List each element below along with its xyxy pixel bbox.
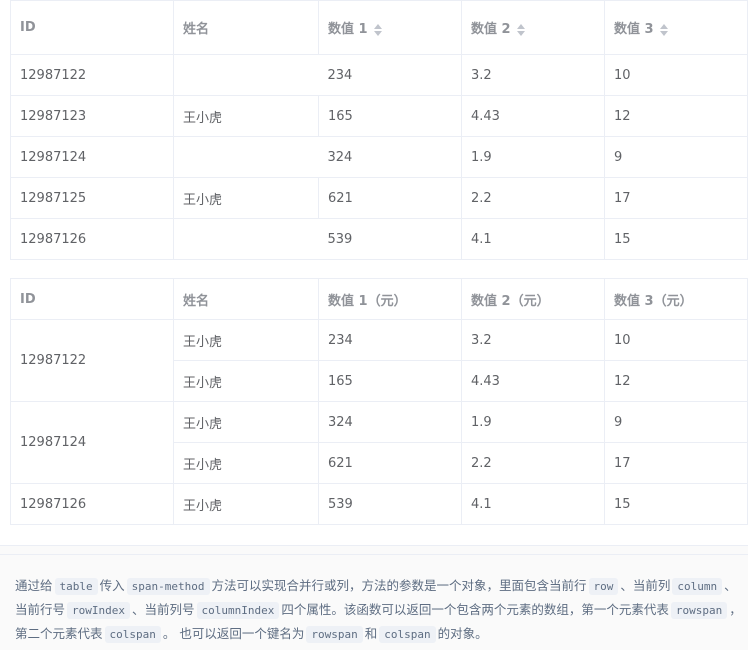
cell-name: [173, 218, 319, 260]
cell-value3: 17: [604, 442, 748, 484]
desc-text: 通过给: [15, 578, 53, 593]
desc-text: 和: [364, 626, 378, 641]
desc-text: 。 也可以返回一个键名为: [162, 626, 305, 641]
cell-value2: 4.43: [461, 360, 605, 402]
cell-value2: 3.2: [461, 319, 605, 361]
cell-name: [173, 136, 319, 178]
cell-value2: 2.2: [461, 442, 605, 484]
cell-name: 王小虎: [173, 177, 319, 219]
cell-id: 12987126: [10, 218, 174, 260]
cell-name: 王小虎: [173, 401, 319, 443]
code-row: row: [588, 578, 619, 595]
code-rowspan: rowspan: [670, 602, 728, 619]
table-row: 12987125 王小虎 621 2.2 17: [10, 177, 748, 219]
header-value1[interactable]: 数值 1: [318, 0, 462, 55]
cell-value3: 12: [604, 360, 748, 402]
code-table: table: [54, 578, 98, 595]
cell-name: [173, 54, 319, 96]
cell-value2: 3.2: [461, 54, 605, 96]
cell-value1: 234: [318, 54, 462, 96]
cell-value3: 12: [604, 95, 748, 137]
cell-id: 12987122: [10, 54, 174, 96]
table-row: 12987122 234 3.2 10: [10, 54, 748, 96]
cell-value3: 10: [604, 54, 748, 96]
cell-value2: 4.43: [461, 95, 605, 137]
table-row: 12987124 王小虎 324 1.9 9: [10, 401, 748, 484]
header-value1-label: 数值 1: [328, 22, 368, 37]
cell-id: 12987124: [10, 136, 174, 178]
cell-value1: 165: [318, 360, 462, 402]
cell-value1: 234: [318, 319, 462, 361]
cell-name: 王小虎: [173, 442, 319, 484]
table-row: 12987126 539 4.1 15: [10, 218, 748, 260]
code-column: column: [672, 578, 723, 595]
cell-value3: 15: [604, 218, 748, 260]
header-value2[interactable]: 数值 2: [461, 0, 605, 55]
table-row: 12987124 324 1.9 9: [10, 136, 748, 178]
cell-name: 王小虎: [173, 95, 319, 137]
sort-icon[interactable]: [373, 23, 382, 36]
cell-value2: 1.9: [461, 136, 605, 178]
desc-text: 、当前列: [620, 578, 671, 593]
code-span-method: span-method: [126, 578, 210, 595]
header-value3: 数值 3（元）: [604, 278, 748, 320]
code-colspan: colspan: [379, 626, 436, 643]
table-row: 12987122 王小虎 234 3.2 10: [10, 319, 748, 402]
table-row: 12987126 王小虎 539 4.1 15: [10, 483, 748, 525]
cell-name: 王小虎: [173, 483, 319, 525]
cell-value3: 9: [604, 401, 748, 443]
header-value3[interactable]: 数值 3: [604, 0, 748, 55]
code-columnindex: columnIndex: [196, 602, 280, 619]
desc-text: 四个属性。该函数可以返回一个包含两个元素的数组，第一个元素代表: [281, 602, 669, 617]
header-value3-label: 数值 3: [614, 22, 654, 37]
cell-id: 12987123: [10, 95, 174, 137]
code-rowspan: rowspan: [306, 626, 363, 643]
desc-text: 、当前列号: [132, 602, 195, 617]
header-id: ID: [10, 278, 174, 320]
cell-value1: 621: [318, 177, 462, 219]
description-text: 通过给 table 传入 span-method 方法可以实现合并行或列，方法的参数是一…: [15, 574, 743, 646]
cell-id: 12987122: [10, 319, 174, 402]
cell-id: 12987124: [10, 401, 174, 484]
desc-text: 方法可以实现合并行或列，方法的参数是一个对象，里面包含当前行: [211, 578, 587, 593]
cell-value3: 15: [604, 483, 748, 525]
cell-value3: 9: [604, 136, 748, 178]
cell-value2: 4.1: [461, 218, 605, 260]
sort-icon[interactable]: [659, 23, 668, 36]
cell-value1: 539: [318, 218, 462, 260]
cell-name: 王小虎: [173, 319, 319, 361]
table-span-row-col: ID 姓名 数值 1 数值 2 数值 3 12987122 234 3.2 10…: [10, 0, 748, 260]
table-header-row: ID 姓名 数值 1 数值 2 数值 3: [10, 0, 748, 55]
table-span-rows: ID 姓名 数值 1（元） 数值 2（元） 数值 3（元） 12987122 王…: [10, 278, 748, 525]
cell-value3: 10: [604, 319, 748, 361]
header-value2-label: 数值 2: [471, 22, 511, 37]
cell-id: 12987125: [10, 177, 174, 219]
header-value1: 数值 1（元）: [318, 278, 462, 320]
cell-value1: 539: [318, 483, 462, 525]
table-row: 12987123 王小虎 165 4.43 12: [10, 95, 748, 137]
code-colspan: colspan: [104, 626, 161, 643]
cell-value2: 2.2: [461, 177, 605, 219]
cell-id: 12987126: [10, 483, 174, 525]
table-header-row: ID 姓名 数值 1（元） 数值 2（元） 数值 3（元）: [10, 278, 748, 320]
cell-name: 王小虎: [173, 360, 319, 402]
desc-text: 的对象。: [437, 626, 488, 641]
header-name: 姓名: [173, 278, 319, 320]
cell-value3: 17: [604, 177, 748, 219]
cell-value2: 1.9: [461, 401, 605, 443]
code-rowindex: rowIndex: [67, 602, 130, 619]
divider: [0, 554, 748, 555]
cell-value1: 165: [318, 95, 462, 137]
cell-value1: 324: [318, 401, 462, 443]
header-value2: 数值 2（元）: [461, 278, 605, 320]
cell-value2: 4.1: [461, 483, 605, 525]
cell-value1: 324: [318, 136, 462, 178]
sort-icon[interactable]: [516, 23, 525, 36]
cell-value1: 621: [318, 442, 462, 484]
header-id: ID: [10, 0, 174, 55]
header-name: 姓名: [173, 0, 319, 55]
desc-text: 传入: [99, 578, 125, 593]
